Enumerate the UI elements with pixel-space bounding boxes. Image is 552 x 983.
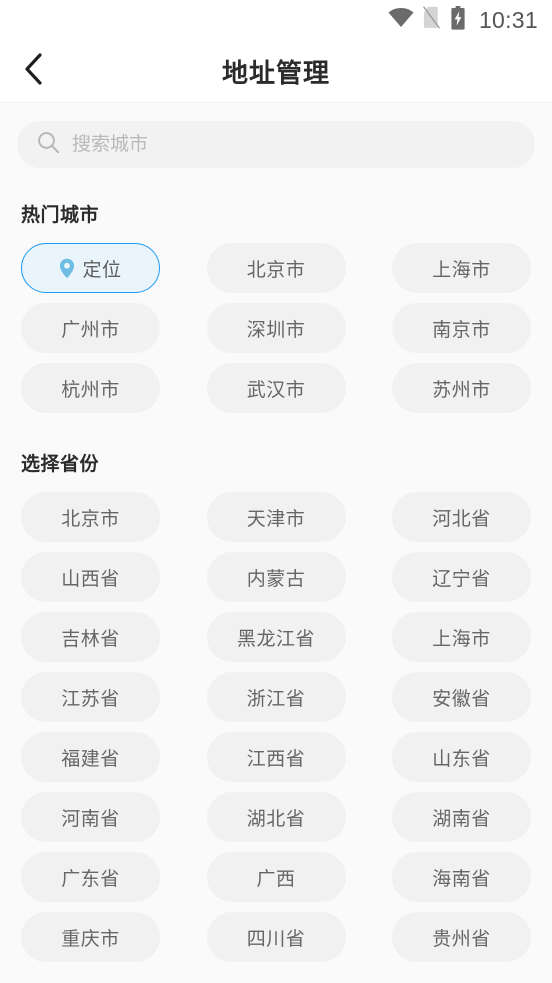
province-label: 山西省 [61, 568, 120, 590]
province-label: 安徽省 [432, 688, 491, 710]
province-label: 辽宁省 [432, 568, 491, 590]
location-pin-icon [59, 258, 75, 279]
hot-city-label: 苏州市 [432, 379, 491, 401]
page-title: 地址管理 [221, 57, 330, 88]
battery-charging-icon [450, 5, 466, 35]
search-icon [37, 131, 60, 159]
province-chip[interactable]: 江苏省 [21, 672, 160, 722]
province-chip[interactable]: 湖北省 [206, 792, 346, 842]
province-label: 天津市 [246, 508, 306, 530]
province-chip[interactable]: 上海市 [392, 612, 531, 662]
province-label: 黑龙江省 [236, 628, 315, 650]
provinces-title: 选择省份 [21, 454, 100, 475]
province-label: 湖南省 [432, 808, 491, 830]
locate-chip-label: 定位 [82, 259, 122, 281]
hot-city-chip[interactable]: 武汉市 [206, 363, 346, 413]
hot-cities-grid: 定位 北京市 上海市 广州市 深圳市 南京市 杭州市 武汉市 苏州市 [21, 243, 531, 413]
search-section [0, 103, 552, 184]
back-button[interactable] [6, 43, 62, 99]
province-chip[interactable]: 辽宁省 [392, 552, 531, 602]
province-chip[interactable]: 北京市 [21, 492, 160, 542]
app-header: 地址管理 [0, 40, 552, 103]
hot-city-chip[interactable]: 深圳市 [206, 303, 346, 353]
province-label: 福建省 [61, 748, 120, 770]
hot-city-chip[interactable]: 杭州市 [21, 363, 160, 413]
province-chip[interactable]: 江西省 [206, 732, 346, 782]
province-label: 四川省 [246, 928, 306, 950]
hot-city-label: 杭州市 [61, 379, 120, 401]
hot-city-label: 南京市 [432, 319, 491, 341]
hot-city-label: 上海市 [432, 259, 491, 281]
province-chip[interactable]: 四川省 [206, 912, 346, 962]
province-label: 海南省 [432, 868, 491, 890]
provinces-grid: 北京市 天津市 河北省 山西省 内蒙古 辽宁省 吉林省 黑龙江省 上海市 江苏省… [21, 492, 531, 962]
province-label: 北京市 [61, 508, 120, 530]
province-label: 江苏省 [61, 688, 120, 710]
hot-city-chip[interactable]: 上海市 [392, 243, 531, 293]
province-chip[interactable]: 贵州省 [392, 912, 531, 962]
hot-cities-title: 热门城市 [21, 205, 100, 226]
province-chip[interactable]: 福建省 [21, 732, 160, 782]
province-chip[interactable]: 河南省 [21, 792, 160, 842]
hot-cities-section: 热门城市 定位 北京市 上海市 广州市 深圳市 南京市 杭州市 武汉市 苏州市 [0, 200, 552, 413]
province-label: 重庆市 [61, 928, 120, 950]
chevron-left-icon [23, 52, 45, 91]
hot-city-chip[interactable]: 南京市 [392, 303, 531, 353]
province-label: 广东省 [61, 868, 120, 890]
province-chip[interactable]: 广东省 [21, 852, 160, 902]
province-chip[interactable]: 广西 [206, 852, 346, 902]
province-label: 吉林省 [61, 628, 120, 650]
province-chip[interactable]: 重庆市 [21, 912, 160, 962]
province-chip[interactable]: 吉林省 [21, 612, 160, 662]
search-input[interactable] [72, 121, 515, 168]
province-label: 山东省 [432, 748, 491, 770]
province-chip[interactable]: 山西省 [21, 552, 160, 602]
hot-city-label: 北京市 [246, 259, 306, 281]
hot-city-chip[interactable]: 苏州市 [392, 363, 531, 413]
province-chip[interactable]: 河北省 [392, 492, 531, 542]
status-bar: 10:31 [0, 0, 552, 40]
hot-city-label: 广州市 [61, 319, 120, 341]
province-label: 贵州省 [432, 928, 491, 950]
hot-city-label: 武汉市 [246, 379, 306, 401]
province-chip[interactable]: 湖南省 [392, 792, 531, 842]
province-chip[interactable]: 天津市 [206, 492, 346, 542]
province-label: 江西省 [246, 748, 306, 770]
province-chip[interactable]: 山东省 [392, 732, 531, 782]
status-bar-time: 10:31 [478, 6, 538, 33]
no-sim-icon [423, 6, 441, 34]
status-bar-icons [388, 5, 466, 35]
province-label: 河南省 [61, 808, 120, 830]
province-chip[interactable]: 黑龙江省 [206, 612, 346, 662]
province-chip[interactable]: 安徽省 [392, 672, 531, 722]
province-label: 广西 [256, 868, 296, 890]
province-chip[interactable]: 内蒙古 [206, 552, 346, 602]
search-box[interactable] [17, 121, 535, 168]
hot-city-label: 深圳市 [246, 319, 306, 341]
hot-city-chip[interactable]: 广州市 [21, 303, 160, 353]
province-label: 内蒙古 [246, 568, 306, 590]
hot-city-chip[interactable]: 北京市 [206, 243, 346, 293]
provinces-section: 选择省份 北京市 天津市 河北省 山西省 内蒙古 辽宁省 吉林省 黑龙江省 上海… [0, 449, 552, 962]
province-chip[interactable]: 浙江省 [206, 672, 346, 722]
province-label: 浙江省 [246, 688, 306, 710]
province-label: 上海市 [432, 628, 491, 650]
province-chip[interactable]: 海南省 [392, 852, 531, 902]
province-label: 河北省 [432, 508, 491, 530]
locate-chip[interactable]: 定位 [21, 243, 160, 293]
province-label: 湖北省 [246, 808, 306, 830]
wifi-icon [388, 7, 414, 33]
